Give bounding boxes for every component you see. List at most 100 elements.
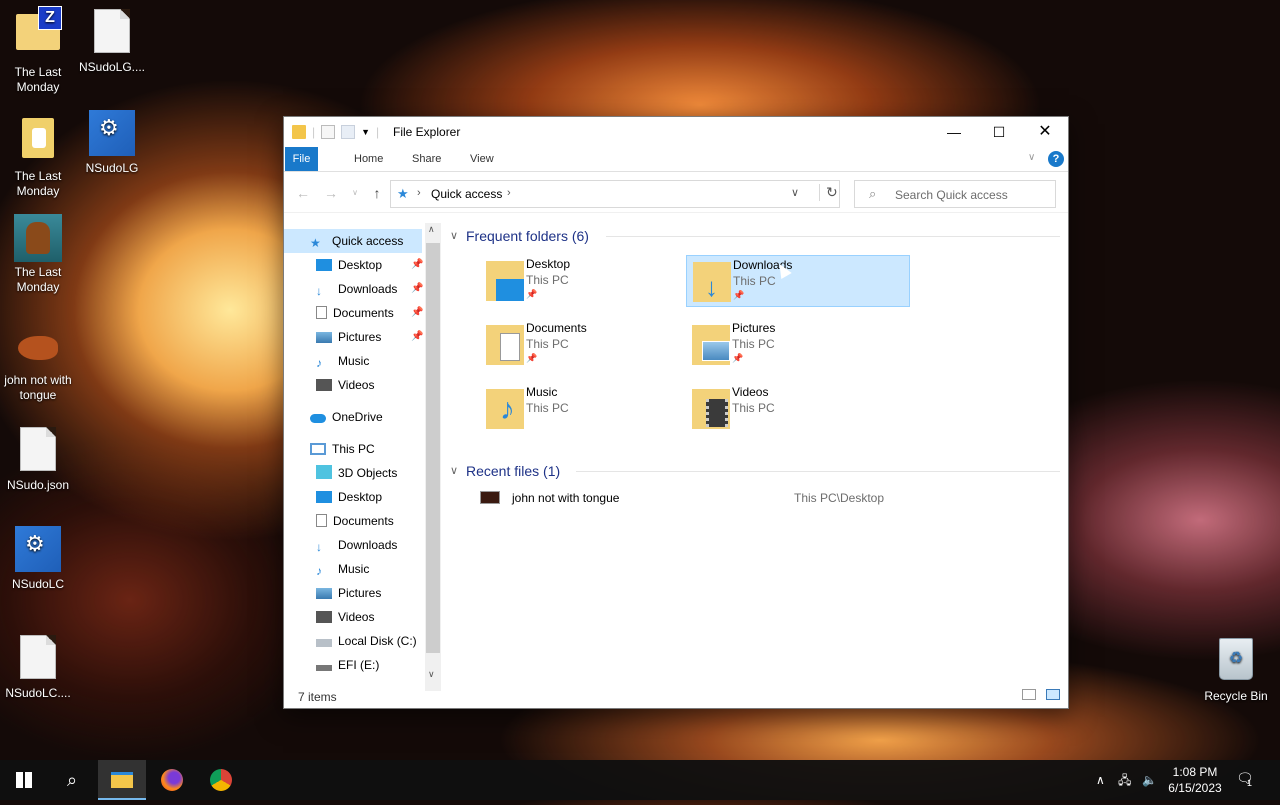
nav-pc-documents[interactable]: Documents [316, 510, 394, 532]
3d-objects-icon [316, 465, 332, 479]
refresh-icon[interactable]: ↻ [819, 184, 838, 201]
window-title: File Explorer [393, 125, 461, 139]
downloads-icon: ↓ [316, 284, 322, 298]
scroll-down-icon[interactable]: ∨ [428, 669, 435, 680]
nav-scrollbar[interactable]: ∧ ∨ [425, 223, 441, 691]
downloads-icon: ↓ [316, 540, 322, 554]
nav-onedrive[interactable]: OneDrive [310, 406, 383, 428]
music-icon: ♪ [316, 564, 322, 578]
scroll-thumb[interactable] [426, 243, 440, 653]
nav-pc-local-disk-c[interactable]: Local Disk (C:) [316, 630, 417, 652]
properties-icon[interactable] [321, 125, 336, 139]
desktop-icon-label: NSudoLC [11, 577, 65, 591]
details-view-icon[interactable] [1022, 689, 1036, 700]
chrome-icon [210, 769, 232, 791]
documents-folder-icon [486, 325, 524, 365]
taskbar-chrome[interactable] [197, 760, 245, 800]
local-disk-icon [316, 639, 332, 647]
up-button[interactable]: ↑ [368, 185, 386, 201]
folder-tile-downloads[interactable]: ↓ Downloads This PC 📌 [686, 255, 910, 307]
desktop-icon-nsudolc[interactable]: ⚙ NSudoLC [0, 526, 76, 592]
desktop-icon-nsudolg-file[interactable]: NSudoLG.... [74, 6, 150, 75]
desktop-icon-label: The Last Monday [14, 169, 62, 198]
start-button[interactable] [0, 760, 48, 800]
taskbar-clock[interactable]: 1:08 PM 6/15/2023 [1164, 764, 1226, 796]
nav-pc-3d-objects[interactable]: 3D Objects [316, 462, 397, 484]
nav-pc-music[interactable]: ♪ Music [316, 558, 369, 580]
search-button[interactable]: ⌕ [48, 760, 96, 800]
address-row: ← → ∨ ↑ ★ › Quick access › ∨ ↻ ⌕ Search … [284, 172, 1068, 213]
tab-home[interactable]: Home [344, 147, 393, 171]
desktop-icon-nsudo-json[interactable]: NSudo.json [0, 424, 76, 493]
pictures-icon [316, 588, 332, 599]
desktop-icon-john-not-with-tongue[interactable]: john not with tongue [0, 330, 76, 403]
desktop-icon-nsudolc-file[interactable]: NSudoLC.... [0, 632, 76, 701]
pin-icon: 📌 [526, 289, 538, 299]
nav-this-pc[interactable]: This PC [310, 438, 375, 460]
search-box[interactable]: ⌕ Search Quick access [854, 180, 1056, 208]
nav-qa-desktop[interactable]: Desktop [316, 254, 382, 276]
nav-pc-downloads[interactable]: ↓ Downloads [316, 534, 397, 556]
desktop-icon-recycle-bin[interactable]: ♻ Recycle Bin [1198, 634, 1274, 704]
nav-pc-pictures[interactable]: Pictures [316, 582, 381, 604]
folder-tile-documents[interactable]: Documents This PC 📌 [480, 319, 704, 371]
folder-tile-pictures[interactable]: Pictures This PC 📌 [686, 319, 910, 371]
frequent-folders-heading[interactable]: Frequent folders (6) [466, 228, 589, 244]
address-dropdown-icon[interactable]: ∨ [791, 186, 799, 199]
taskbar-firefox[interactable] [148, 760, 196, 800]
search-icon: ⌕ [66, 770, 78, 790]
maximize-button[interactable]: ☐ [976, 117, 1022, 147]
tab-file[interactable]: File [285, 147, 318, 171]
section-divider [576, 471, 1060, 472]
forward-button[interactable]: → [322, 185, 340, 201]
recent-file-name: john not with tongue [512, 491, 620, 505]
folder-tile-videos[interactable]: Videos This PC [686, 383, 910, 435]
firefox-icon [161, 769, 183, 791]
documents-icon [316, 306, 327, 319]
taskbar-file-explorer[interactable] [98, 760, 146, 800]
nav-qa-downloads[interactable]: ↓ Downloads [316, 278, 397, 300]
section-divider [606, 236, 1060, 237]
recent-files-heading[interactable]: Recent files (1) [466, 463, 560, 479]
nav-pc-efi-e[interactable]: EFI (E:) [316, 654, 379, 676]
tab-view[interactable]: View [460, 147, 504, 171]
customize-toolbar-icon[interactable]: ▼ [361, 127, 370, 137]
desktop-icon-nsudolg[interactable]: ⚙ NSudoLG [74, 110, 150, 176]
collapse-recent-icon[interactable]: ∨ [450, 464, 458, 477]
breadcrumb-quick-access[interactable]: Quick access [431, 187, 502, 201]
nav-qa-documents[interactable]: Documents [316, 302, 394, 324]
notification-center-button[interactable]: 🗨 1 [1236, 770, 1256, 788]
folder-tile-desktop[interactable]: Desktop This PC 📌 [480, 255, 704, 307]
nav-qa-pictures[interactable]: Pictures [316, 326, 381, 348]
show-hidden-icons[interactable]: ∧ [1096, 760, 1105, 800]
back-button[interactable]: ← [294, 185, 312, 201]
collapse-frequent-icon[interactable]: ∨ [450, 229, 458, 242]
videos-icon [316, 611, 332, 623]
address-bar[interactable]: ★ › Quick access › ∨ ↻ [390, 180, 840, 208]
desktop-icon-the-last-monday-shortcut[interactable]: The Last Monday [0, 214, 76, 295]
minimize-button[interactable]: — [931, 117, 977, 147]
recent-locations-icon[interactable]: ∨ [346, 185, 364, 201]
new-folder-icon[interactable] [341, 125, 356, 139]
close-button[interactable]: ✕ [1022, 117, 1068, 147]
network-icon[interactable]: 🖧 [1118, 760, 1131, 800]
tab-share[interactable]: Share [402, 147, 451, 171]
clock-time: 1:08 PM [1172, 765, 1218, 779]
help-icon[interactable]: ? [1048, 151, 1064, 167]
nav-quick-access[interactable]: ★ Quick access [310, 230, 403, 252]
file-explorer-icon [111, 772, 133, 788]
recent-file-row[interactable]: john not with tongue This PC\Desktop [476, 487, 1036, 509]
scroll-up-icon[interactable]: ∧ [428, 224, 435, 235]
nav-pc-desktop[interactable]: Desktop [316, 486, 382, 508]
folder-tile-music[interactable]: ♪ Music This PC [480, 383, 704, 435]
volume-muted-icon[interactable]: 🔈 [1142, 760, 1157, 800]
nav-pc-videos[interactable]: Videos [316, 606, 374, 628]
nav-qa-videos[interactable]: Videos [316, 374, 374, 396]
windows-logo-icon [16, 772, 32, 788]
desktop-icon-the-last-monday-zip[interactable]: Z The Last Monday [0, 6, 76, 95]
expand-ribbon-icon[interactable]: ∨ [1028, 152, 1035, 163]
large-icons-view-icon[interactable] [1046, 689, 1060, 700]
nav-qa-music[interactable]: ♪ Music [316, 350, 369, 372]
desktop-icon-the-last-monday-folder[interactable]: The Last Monday [0, 114, 76, 199]
documents-icon [316, 514, 327, 527]
